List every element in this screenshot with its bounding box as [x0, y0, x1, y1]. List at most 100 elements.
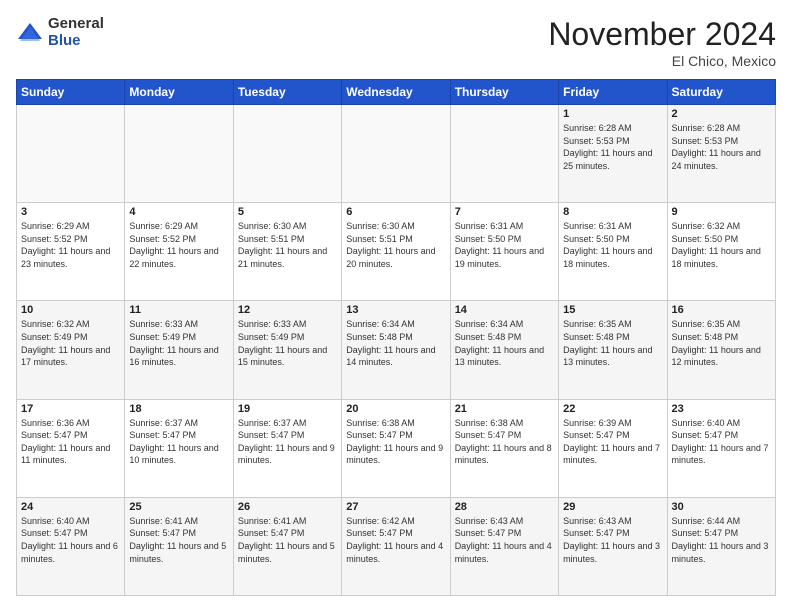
day-cell: 29 Sunrise: 6:43 AM Sunset: 5:47 PM Dayli… — [559, 497, 667, 595]
page: General Blue November 2024 El Chico, Mex… — [0, 0, 792, 612]
day-cell: 8Sunrise: 6:31 AM Sunset: 5:50 PM Daylig… — [559, 203, 667, 301]
day-info: Sunrise: 6:32 AM Sunset: 5:50 PM Dayligh… — [672, 220, 771, 270]
day-info: Sunrise: 6:37 AM Sunset: 5:47 PM Dayligh… — [238, 417, 337, 467]
day-number: 15 — [563, 304, 662, 316]
day-number: 6 — [346, 206, 445, 218]
day-info: Sunrise: 6:40 AM Sunset: 5:47 PM Dayligh… — [21, 515, 120, 565]
day-info: Sunrise: 6:34 AM Sunset: 5:48 PM Dayligh… — [455, 318, 554, 368]
day-number: 20 — [346, 403, 445, 415]
day-cell: 30 Sunrise: 6:44 AM Sunset: 5:47 PM Dayli… — [667, 497, 775, 595]
calendar: SundayMondayTuesdayWednesdayThursdayFrid… — [16, 79, 776, 596]
day-number: 30 — [672, 501, 771, 513]
day-number: 23 — [672, 403, 771, 415]
day-info: Sunrise: 6:36 AM Sunset: 5:47 PM Dayligh… — [21, 417, 120, 467]
day-info: Sunrise: 6:37 AM Sunset: 5:47 PM Dayligh… — [129, 417, 228, 467]
day-cell: 22 Sunrise: 6:39 AM Sunset: 5:47 PM Dayli… — [559, 399, 667, 497]
title-block: November 2024 El Chico, Mexico — [548, 16, 776, 69]
calendar-body: 1 Sunrise: 6:28 AM Sunset: 5:53 PM Daylig… — [17, 105, 776, 596]
day-number: 17 — [21, 403, 120, 415]
header-wednesday: Wednesday — [342, 80, 450, 105]
day-number: 1 — [563, 108, 662, 120]
day-cell: 24 Sunrise: 6:40 AM Sunset: 5:47 PM Dayli… — [17, 497, 125, 595]
day-cell: 1 Sunrise: 6:28 AM Sunset: 5:53 PM Daylig… — [559, 105, 667, 203]
week-row-2: 10 Sunrise: 6:32 AM Sunset: 5:49 PM Dayli… — [17, 301, 776, 399]
week-row-1: 3 Sunrise: 6:29 AM Sunset: 5:52 PM Daylig… — [17, 203, 776, 301]
day-info: Sunrise: 6:35 AM Sunset: 5:48 PM Dayligh… — [672, 318, 771, 368]
logo-blue: Blue — [48, 33, 104, 50]
day-cell: 26Sunrise: 6:41 AM Sunset: 5:47 PM Dayli… — [233, 497, 341, 595]
logo-text: General Blue — [48, 16, 104, 49]
day-number: 24 — [21, 501, 120, 513]
day-cell: 13Sunrise: 6:34 AM Sunset: 5:48 PM Dayli… — [342, 301, 450, 399]
day-number: 5 — [238, 206, 337, 218]
header-thursday: Thursday — [450, 80, 558, 105]
day-info: Sunrise: 6:42 AM Sunset: 5:47 PM Dayligh… — [346, 515, 445, 565]
day-number: 29 — [563, 501, 662, 513]
day-info: Sunrise: 6:29 AM Sunset: 5:52 PM Dayligh… — [129, 220, 228, 270]
day-info: Sunrise: 6:33 AM Sunset: 5:49 PM Dayligh… — [238, 318, 337, 368]
day-info: Sunrise: 6:41 AM Sunset: 5:47 PM Dayligh… — [129, 515, 228, 565]
day-cell: 4 Sunrise: 6:29 AM Sunset: 5:52 PM Daylig… — [125, 203, 233, 301]
day-cell: 3 Sunrise: 6:29 AM Sunset: 5:52 PM Daylig… — [17, 203, 125, 301]
day-cell: 25Sunrise: 6:41 AM Sunset: 5:47 PM Dayli… — [125, 497, 233, 595]
day-cell: 15 Sunrise: 6:35 AM Sunset: 5:48 PM Dayli… — [559, 301, 667, 399]
day-info: Sunrise: 6:39 AM Sunset: 5:47 PM Dayligh… — [563, 417, 662, 467]
day-number: 2 — [672, 108, 771, 120]
logo-general: General — [48, 16, 104, 33]
day-cell: 17 Sunrise: 6:36 AM Sunset: 5:47 PM Dayli… — [17, 399, 125, 497]
day-number: 3 — [21, 206, 120, 218]
day-cell: 10 Sunrise: 6:32 AM Sunset: 5:49 PM Dayli… — [17, 301, 125, 399]
logo-icon — [16, 19, 44, 47]
day-number: 28 — [455, 501, 554, 513]
header-monday: Monday — [125, 80, 233, 105]
day-number: 27 — [346, 501, 445, 513]
day-info: Sunrise: 6:28 AM Sunset: 5:53 PM Dayligh… — [563, 122, 662, 172]
day-number: 10 — [21, 304, 120, 316]
week-row-3: 17 Sunrise: 6:36 AM Sunset: 5:47 PM Dayli… — [17, 399, 776, 497]
day-number: 4 — [129, 206, 228, 218]
day-cell: 14 Sunrise: 6:34 AM Sunset: 5:48 PM Dayli… — [450, 301, 558, 399]
day-number: 14 — [455, 304, 554, 316]
day-cell: 2Sunrise: 6:28 AM Sunset: 5:53 PM Daylig… — [667, 105, 775, 203]
week-row-0: 1 Sunrise: 6:28 AM Sunset: 5:53 PM Daylig… — [17, 105, 776, 203]
calendar-header: SundayMondayTuesdayWednesdayThursdayFrid… — [17, 80, 776, 105]
day-info: Sunrise: 6:43 AM Sunset: 5:47 PM Dayligh… — [563, 515, 662, 565]
day-cell: 23Sunrise: 6:40 AM Sunset: 5:47 PM Dayli… — [667, 399, 775, 497]
day-info: Sunrise: 6:33 AM Sunset: 5:49 PM Dayligh… — [129, 318, 228, 368]
day-cell — [342, 105, 450, 203]
logo: General Blue — [16, 16, 104, 49]
day-cell: 16Sunrise: 6:35 AM Sunset: 5:48 PM Dayli… — [667, 301, 775, 399]
location: El Chico, Mexico — [548, 53, 776, 69]
day-info: Sunrise: 6:44 AM Sunset: 5:47 PM Dayligh… — [672, 515, 771, 565]
day-number: 9 — [672, 206, 771, 218]
day-number: 12 — [238, 304, 337, 316]
day-number: 13 — [346, 304, 445, 316]
day-cell: 5 Sunrise: 6:30 AM Sunset: 5:51 PM Daylig… — [233, 203, 341, 301]
day-cell: 12 Sunrise: 6:33 AM Sunset: 5:49 PM Dayli… — [233, 301, 341, 399]
day-info: Sunrise: 6:31 AM Sunset: 5:50 PM Dayligh… — [563, 220, 662, 270]
day-info: Sunrise: 6:29 AM Sunset: 5:52 PM Dayligh… — [21, 220, 120, 270]
day-info: Sunrise: 6:35 AM Sunset: 5:48 PM Dayligh… — [563, 318, 662, 368]
day-cell — [125, 105, 233, 203]
day-number: 26 — [238, 501, 337, 513]
day-number: 22 — [563, 403, 662, 415]
day-cell: 21Sunrise: 6:38 AM Sunset: 5:47 PM Dayli… — [450, 399, 558, 497]
header-tuesday: Tuesday — [233, 80, 341, 105]
header-friday: Friday — [559, 80, 667, 105]
day-number: 21 — [455, 403, 554, 415]
day-cell: 11 Sunrise: 6:33 AM Sunset: 5:49 PM Dayli… — [125, 301, 233, 399]
day-info: Sunrise: 6:30 AM Sunset: 5:51 PM Dayligh… — [238, 220, 337, 270]
day-number: 19 — [238, 403, 337, 415]
header-saturday: Saturday — [667, 80, 775, 105]
header: General Blue November 2024 El Chico, Mex… — [16, 16, 776, 69]
day-cell: 7Sunrise: 6:31 AM Sunset: 5:50 PM Daylig… — [450, 203, 558, 301]
day-cell: 6 Sunrise: 6:30 AM Sunset: 5:51 PM Daylig… — [342, 203, 450, 301]
day-cell — [233, 105, 341, 203]
day-cell: 19 Sunrise: 6:37 AM Sunset: 5:47 PM Dayli… — [233, 399, 341, 497]
day-number: 11 — [129, 304, 228, 316]
day-cell: 20 Sunrise: 6:38 AM Sunset: 5:47 PM Dayli… — [342, 399, 450, 497]
day-info: Sunrise: 6:38 AM Sunset: 5:47 PM Dayligh… — [346, 417, 445, 467]
header-row: SundayMondayTuesdayWednesdayThursdayFrid… — [17, 80, 776, 105]
day-info: Sunrise: 6:30 AM Sunset: 5:51 PM Dayligh… — [346, 220, 445, 270]
day-info: Sunrise: 6:32 AM Sunset: 5:49 PM Dayligh… — [21, 318, 120, 368]
